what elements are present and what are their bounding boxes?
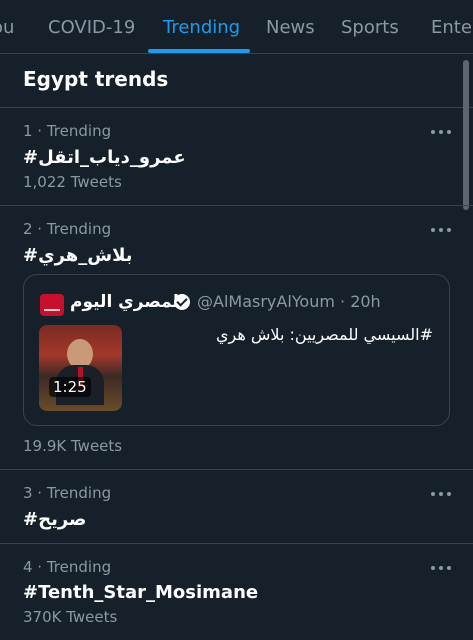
video-thumbnail[interactable]: 1:25	[39, 325, 122, 411]
tab-covid-19[interactable]: COVID-19	[48, 17, 135, 38]
verified-badge-icon	[174, 294, 190, 310]
video-duration: 1:25	[49, 377, 91, 397]
trend-name: #عمرو_دياب_اتقل	[23, 147, 186, 168]
more-horizontal-icon[interactable]	[430, 127, 452, 137]
trend-tweet-count: 1,022 Tweets	[23, 173, 122, 191]
trend-rank-label: 4 · Trending	[23, 558, 112, 576]
tab-entertainment[interactable]: Ente	[431, 17, 472, 38]
trend-name: #صريح	[23, 509, 87, 530]
tab-trending[interactable]: Trending	[163, 17, 240, 38]
trend-rank-label: 1 · Trending	[23, 122, 112, 140]
more-horizontal-icon[interactable]	[430, 563, 452, 573]
scrollbar[interactable]	[463, 60, 469, 210]
more-horizontal-icon[interactable]	[430, 489, 452, 499]
trend-tweet-count: 370K Tweets	[23, 608, 118, 626]
divider	[0, 107, 473, 108]
tab-news[interactable]: News	[266, 17, 315, 38]
almasry-alyoum-logo	[40, 294, 64, 316]
divider	[0, 543, 473, 544]
divider	[0, 205, 473, 206]
trend-rank-label: 2 · Trending	[23, 220, 112, 238]
active-tab-indicator	[148, 49, 250, 53]
section-title: Egypt trends	[23, 67, 169, 91]
tweet-handle-time: @AlMasryAlYoum · 20h	[197, 292, 381, 311]
trend-rank-label: 3 · Trending	[23, 484, 112, 502]
trend-name: #بلاش_هري	[23, 245, 133, 266]
tab-sports[interactable]: Sports	[341, 17, 399, 38]
trend-tweet-count: 19.9K Tweets	[23, 437, 123, 455]
more-horizontal-icon[interactable]	[430, 225, 452, 235]
trend-name: #Tenth_Star_Mosimane	[23, 582, 259, 603]
divider	[0, 469, 473, 470]
tab-bar: ou COVID-19 Trending News Sports Ente	[0, 0, 473, 54]
tweet-text: #السيسي للمصريين: بلاش هري	[216, 325, 433, 344]
tweet-author-name: المصري اليوم	[70, 292, 185, 312]
tab-for-you[interactable]: ou	[0, 17, 14, 38]
embedded-tweet-card[interactable]: المصري اليوم @AlMasryAlYoum · 20h #السيس…	[23, 274, 450, 426]
